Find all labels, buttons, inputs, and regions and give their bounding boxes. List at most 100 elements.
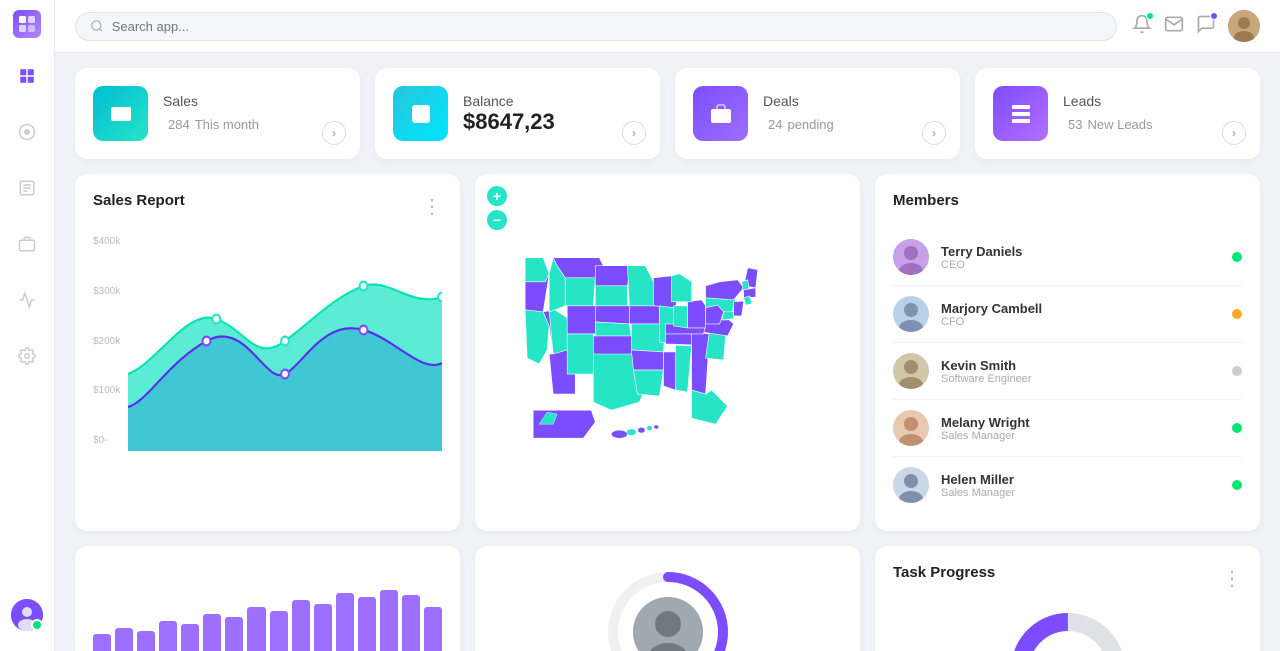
chat-button[interactable] — [1196, 14, 1216, 39]
dashboard-grid-bottom: SALES INCOME $118 595,49 — [75, 546, 1260, 651]
income-bar — [270, 611, 288, 651]
member-status — [1232, 480, 1242, 490]
balance-value: $8647,23 — [463, 109, 555, 135]
income-bar — [137, 631, 155, 651]
sidebar-item-analytics[interactable] — [9, 282, 45, 318]
chat-dot — [1210, 12, 1218, 20]
member-info: Melany Wright Sales Manager — [941, 415, 1220, 442]
search-box[interactable] — [75, 12, 1117, 41]
sidebar-item-settings[interactable] — [9, 338, 45, 374]
members-list: Terry Daniels CEO Marjory Cambell CFO — [893, 229, 1242, 513]
balance-icon — [393, 86, 448, 141]
deals-donut — [603, 567, 733, 651]
map-zoom-out-button[interactable]: − — [487, 210, 507, 230]
deals-value: 24pending — [763, 109, 834, 135]
search-icon — [90, 19, 104, 33]
member-avatar — [893, 353, 929, 389]
search-input[interactable] — [112, 19, 1102, 34]
sidebar-item-documents[interactable] — [9, 170, 45, 206]
stat-card-leads: Leads 53New Leads › — [975, 68, 1260, 159]
member-status — [1232, 366, 1242, 376]
sidebar-item-dashboard[interactable] — [9, 58, 45, 94]
deals-stat-text: Deals 24pending — [763, 93, 834, 135]
chart-y-labels: $400k $300k $200k $100k $0- — [93, 231, 120, 451]
deals-icon — [693, 86, 748, 141]
member-status — [1232, 423, 1242, 433]
task-progress-title: Task Progress — [893, 564, 995, 581]
sales-report-menu[interactable]: ⋮ — [422, 194, 442, 219]
us-map — [487, 243, 848, 473]
task-progress-menu[interactable]: ⋮ — [1222, 566, 1242, 591]
member-name: Terry Daniels — [941, 244, 1220, 259]
balance-arrow-button[interactable]: › — [622, 121, 646, 145]
mail-button[interactable] — [1164, 14, 1184, 39]
member-avatar — [893, 467, 929, 503]
member-role: Sales Manager — [941, 430, 1220, 442]
app-logo[interactable] — [13, 10, 41, 38]
member-item: Kevin Smith Software Engineer — [893, 343, 1242, 400]
main-content: Sales 284This month › Balance $8647,23 › — [55, 0, 1280, 651]
income-bar — [424, 607, 442, 651]
income-bar — [380, 590, 398, 651]
sales-chart: $400k $300k $200k $100k $0- — [93, 231, 442, 451]
user-avatar-sidebar[interactable] — [11, 599, 43, 631]
content-area: Sales 284This month › Balance $8647,23 › — [55, 53, 1280, 651]
person-photo — [633, 597, 703, 651]
income-bar — [314, 604, 332, 651]
notification-dot — [1146, 12, 1154, 20]
leads-icon — [993, 86, 1048, 141]
member-status — [1232, 252, 1242, 262]
balance-stat-text: Balance $8647,23 — [463, 93, 555, 135]
sales-report-card: Sales Report ⋮ $400k $300k $200k $100k $… — [75, 174, 460, 531]
notification-button[interactable] — [1132, 14, 1152, 39]
deals-arrow-button[interactable]: › — [922, 121, 946, 145]
dashboard-grid-top: Sales Report ⋮ $400k $300k $200k $100k $… — [75, 174, 1260, 531]
member-item: Melany Wright Sales Manager — [893, 400, 1242, 457]
sidebar-item-portfolio[interactable] — [9, 226, 45, 262]
deals-won-card: 68% Deals Won — [475, 546, 860, 651]
member-avatar — [893, 296, 929, 332]
sales-arrow-button[interactable]: › — [322, 121, 346, 145]
member-info: Marjory Cambell CFO — [941, 301, 1220, 328]
chart-canvas — [128, 231, 442, 451]
task-progress-card: Task Progress ⋮ — [875, 546, 1260, 651]
member-role: Software Engineer — [941, 373, 1220, 385]
income-bar — [115, 628, 133, 651]
leads-value: 53New Leads — [1063, 109, 1153, 135]
member-role: Sales Manager — [941, 487, 1220, 499]
member-role: CEO — [941, 259, 1220, 271]
income-bar — [402, 595, 420, 651]
sidebar — [0, 0, 55, 651]
members-card: Members Terry Daniels CEO — [875, 174, 1260, 531]
balance-label: Balance — [463, 93, 555, 109]
task-donut-chart — [1003, 605, 1133, 651]
member-name: Helen Miller — [941, 472, 1220, 487]
leads-arrow-button[interactable]: › — [1222, 121, 1246, 145]
member-item: Marjory Cambell CFO — [893, 286, 1242, 343]
sidebar-item-reports[interactable] — [9, 114, 45, 150]
sales-icon — [93, 86, 148, 141]
map-card: + − — [475, 174, 860, 531]
income-bar — [203, 614, 221, 651]
member-avatar — [893, 410, 929, 446]
member-info: Helen Miller Sales Manager — [941, 472, 1220, 499]
header-icons — [1132, 10, 1260, 42]
sales-income-card: SALES INCOME $118 595,49 — [75, 546, 460, 651]
map-zoom-in-button[interactable]: + — [487, 186, 507, 206]
members-title: Members — [893, 192, 959, 209]
member-status — [1232, 309, 1242, 319]
income-bar — [247, 607, 265, 651]
member-name: Kevin Smith — [941, 358, 1220, 373]
task-donut — [893, 605, 1242, 651]
member-info: Terry Daniels CEO — [941, 244, 1220, 271]
income-bar — [336, 593, 354, 651]
income-bar — [358, 597, 376, 651]
stat-card-deals: Deals 24pending › — [675, 68, 960, 159]
sales-label: Sales — [163, 93, 259, 109]
user-avatar-header[interactable] — [1228, 10, 1260, 42]
header — [55, 0, 1280, 53]
member-name: Marjory Cambell — [941, 301, 1220, 316]
member-item: Terry Daniels CEO — [893, 229, 1242, 286]
stat-card-sales: Sales 284This month › — [75, 68, 360, 159]
income-bar — [181, 624, 199, 651]
